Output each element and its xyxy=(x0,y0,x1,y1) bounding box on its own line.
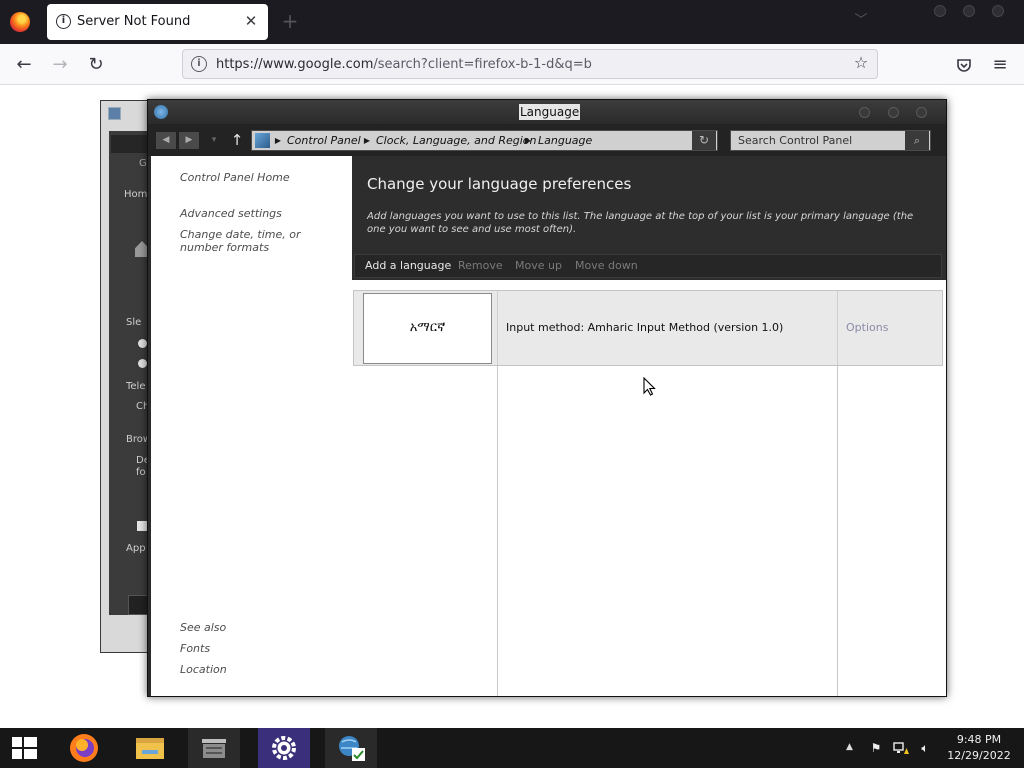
url-text[interactable]: https://www.google.com/search?client=fir… xyxy=(216,56,592,73)
settings-gear-icon[interactable] xyxy=(258,728,310,768)
see-also-location[interactable]: Location xyxy=(180,663,227,676)
reload-button[interactable]: ↻ xyxy=(83,52,109,78)
chevron-right-icon[interactable]: ▶ xyxy=(274,134,282,147)
forward-button[interactable]: → xyxy=(47,52,73,78)
search-box[interactable]: ⌕ xyxy=(730,130,931,151)
maximize-button[interactable] xyxy=(888,107,899,118)
sidebar-link-change-formats[interactable]: Change date, time, or number formats xyxy=(180,228,345,254)
list-all-tabs-button[interactable]: ﹀ xyxy=(852,12,870,30)
window-title: Language xyxy=(519,104,581,120)
breadcrumb-language[interactable]: Language xyxy=(538,133,592,148)
browser-tab-bar: i Server Not Found ✕ + ﹀ xyxy=(0,0,1024,44)
up-arrow-icon[interactable]: ↑ xyxy=(228,130,246,150)
minimize-button[interactable] xyxy=(934,5,946,17)
control-panel-icon xyxy=(154,105,168,119)
input-method-text: Input method: Amharic Input Method (vers… xyxy=(506,321,784,334)
clock-date[interactable]: 12/29/2022 xyxy=(942,748,1016,763)
taskbar: ▲ ⚑ 🔈︎ 9:48 PM 12/29/2022 xyxy=(0,728,1024,768)
tab-close-button[interactable]: ✕ xyxy=(242,12,260,30)
sidebar: Control Panel Home Advanced settings Cha… xyxy=(151,156,352,696)
url-path: /search?client=firefox-b-1-d&q=b xyxy=(373,57,592,72)
content-header: Change your language preferences Add lan… xyxy=(352,156,946,280)
see-also-heading: See also xyxy=(180,621,227,634)
mouse-cursor-icon xyxy=(643,377,656,396)
window-titlebar[interactable]: Language xyxy=(148,100,946,124)
sidebar-link-advanced-settings[interactable]: Advanced settings xyxy=(180,207,282,220)
bookmark-star-icon[interactable]: ☆ xyxy=(851,53,871,73)
new-tab-button[interactable]: + xyxy=(280,10,300,32)
recent-locations-icon[interactable]: ▾ xyxy=(207,133,221,147)
control-panel-taskbar-icon[interactable] xyxy=(188,728,240,768)
action-center-flag-icon[interactable]: ⚑ xyxy=(868,741,884,755)
site-info-icon[interactable]: i xyxy=(191,56,207,72)
language-toolbar: Add a language Remove Move up Move down xyxy=(354,254,942,278)
breadcrumb-clock-language-region[interactable]: Clock, Language, and Region xyxy=(376,133,537,148)
main-content: Change your language preferences Add lan… xyxy=(352,156,946,696)
chevron-right-icon[interactable]: ▶ xyxy=(363,134,371,147)
remove-button[interactable]: Remove xyxy=(458,259,503,273)
url-host: https://www.google.com xyxy=(216,57,374,72)
see-also-fonts[interactable]: Fonts xyxy=(180,642,210,655)
column-divider xyxy=(497,291,498,365)
checkbox[interactable] xyxy=(137,521,147,531)
search-icon[interactable]: ⌕ xyxy=(905,131,929,150)
sidebar-link-control-panel-home[interactable]: Control Panel Home xyxy=(180,171,290,184)
tab-server-not-found[interactable]: i Server Not Found ✕ xyxy=(47,4,268,40)
radio-button[interactable] xyxy=(138,339,147,348)
volume-icon[interactable]: 🔈︎ xyxy=(917,741,933,755)
close-window-button[interactable] xyxy=(992,5,1004,17)
move-up-button[interactable]: Move up xyxy=(515,259,562,273)
minimize-button[interactable] xyxy=(859,107,870,118)
info-icon: i xyxy=(56,14,71,29)
options-link[interactable]: Options xyxy=(846,321,888,335)
show-hidden-icons-button[interactable]: ▲ xyxy=(846,740,853,754)
chevron-right-icon[interactable]: ▶ xyxy=(524,134,532,147)
search-input[interactable] xyxy=(731,131,906,150)
radio-button[interactable] xyxy=(138,359,147,368)
close-button[interactable] xyxy=(916,107,927,118)
language-window: Language ◀ ▶ ▾ ↑ ▶ Control Panel ▶ Clock… xyxy=(147,99,947,697)
column-divider xyxy=(837,291,838,365)
firefox-logo-icon[interactable] xyxy=(10,12,30,32)
list-item[interactable]: አማርኛ Input method: Amharic Input Method … xyxy=(353,290,943,366)
background-window[interactable]: G Home Sle Tele Ch Brow De fo App xyxy=(100,100,153,653)
clock-time[interactable]: 9:48 PM xyxy=(942,732,1016,747)
language-name: አማርኛ xyxy=(409,320,446,335)
control-panel-icon xyxy=(255,133,270,148)
network-warning-icon[interactable] xyxy=(893,741,909,755)
breadcrumb-control-panel[interactable]: Control Panel xyxy=(287,133,361,148)
address-row: ◀ ▶ ▾ ↑ ▶ Control Panel ▶ Clock, Languag… xyxy=(148,124,946,156)
page-description: Add languages you want to use to this li… xyxy=(367,211,914,235)
back-button[interactable]: ← xyxy=(11,52,37,78)
file-explorer-icon[interactable] xyxy=(124,728,176,768)
refresh-icon[interactable]: ↻ xyxy=(692,131,716,150)
language-tile[interactable]: አማርኛ xyxy=(363,293,492,364)
browser-nav-bar: ← → ↻ i https://www.google.com/search?cl… xyxy=(0,44,1024,85)
back-arrow-icon[interactable]: ◀ xyxy=(155,131,177,150)
tab-title: Server Not Found xyxy=(77,14,191,29)
add-language-button[interactable]: Add a language xyxy=(365,259,451,273)
region-settings-icon[interactable] xyxy=(325,728,377,768)
move-down-button[interactable]: Move down xyxy=(575,259,638,273)
breadcrumb[interactable]: ▶ Control Panel ▶ Clock, Language, and R… xyxy=(251,130,718,151)
app-menu-icon[interactable]: ≡ xyxy=(987,52,1013,78)
page-title: Change your language preferences xyxy=(367,175,632,193)
firefox-taskbar-icon[interactable] xyxy=(58,728,110,768)
start-button[interactable] xyxy=(0,728,50,768)
pocket-icon[interactable] xyxy=(951,52,977,78)
address-bar[interactable]: i https://www.google.com/search?client=f… xyxy=(182,49,878,79)
window-icon xyxy=(108,107,121,120)
forward-arrow-icon[interactable]: ▶ xyxy=(178,131,200,150)
language-list: አማርኛ Input method: Amharic Input Method … xyxy=(352,290,946,696)
maximize-button[interactable] xyxy=(963,5,975,17)
